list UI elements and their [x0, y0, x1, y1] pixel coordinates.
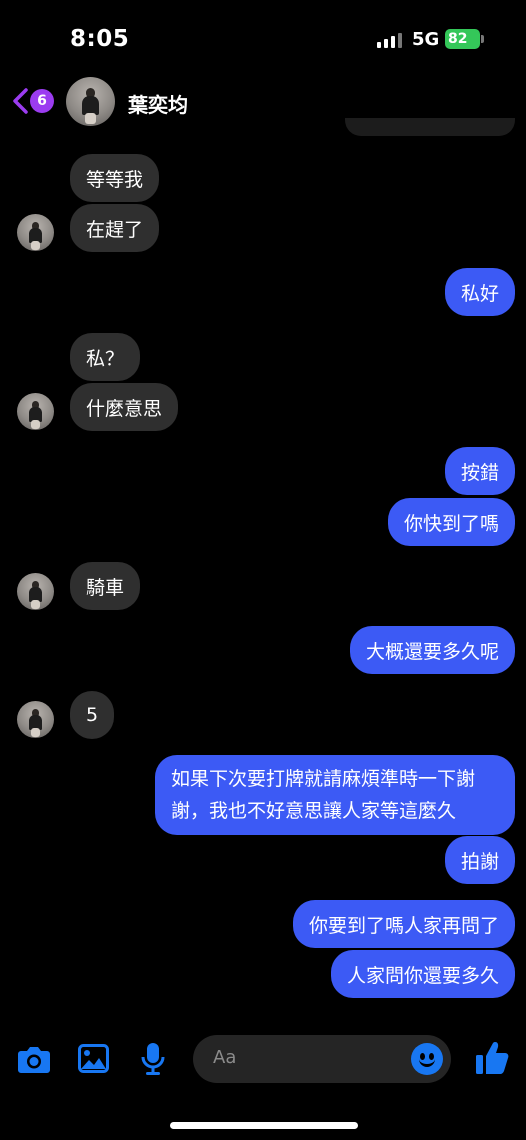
emoji-icon[interactable]	[411, 1043, 443, 1075]
message-sent[interactable]: 你快到了嗎	[387, 498, 515, 546]
message-sent[interactable]: 拍謝	[444, 836, 515, 884]
message-sent[interactable]: 你要到了嗎人家再問了	[292, 900, 515, 948]
message-received[interactable]: 私？	[70, 333, 141, 381]
message-received[interactable]: 騎車	[70, 562, 141, 610]
message-input-placeholder: Aa	[213, 1047, 237, 1068]
photo-icon[interactable]	[78, 1044, 109, 1073]
message-input[interactable]: Aa	[193, 1035, 451, 1083]
message-sent[interactable]: 按錯	[444, 447, 515, 495]
message-received[interactable]: 5	[70, 691, 115, 739]
status-time: 8:05	[70, 26, 130, 52]
battery-level: 82	[448, 31, 468, 47]
unread-badge[interactable]: 6	[30, 89, 54, 113]
battery-indicator: 82	[445, 29, 484, 49]
camera-icon[interactable]	[17, 1043, 51, 1075]
message-sent[interactable]: 大概還要多久呢	[349, 626, 515, 674]
message-sent[interactable]: 如果下次要打牌就請麻煩準時一下謝謝，我也不好意思讓人家等這麼久	[155, 755, 515, 835]
microphone-icon[interactable]	[141, 1042, 165, 1076]
back-arrow-icon[interactable]	[10, 86, 32, 116]
contact-name[interactable]: 葉奕均	[128, 89, 188, 118]
signal-icon	[377, 32, 403, 48]
home-indicator	[170, 1122, 358, 1129]
message-sent[interactable]: 人家問你還要多久	[330, 950, 515, 998]
network-type: 5G	[412, 29, 440, 50]
thumbs-up-icon[interactable]	[475, 1040, 509, 1076]
message-received[interactable]: 等等我	[70, 154, 160, 202]
sender-avatar	[17, 701, 54, 738]
contact-avatar[interactable]	[66, 77, 115, 126]
sender-avatar	[17, 573, 54, 610]
message-sent[interactable]: 私好	[444, 268, 515, 316]
previous-message-edge	[345, 118, 515, 136]
sender-avatar	[17, 214, 54, 251]
sender-avatar	[17, 393, 54, 430]
message-received[interactable]: 什麼意思	[70, 383, 179, 431]
message-received[interactable]: 在趕了	[70, 204, 160, 252]
